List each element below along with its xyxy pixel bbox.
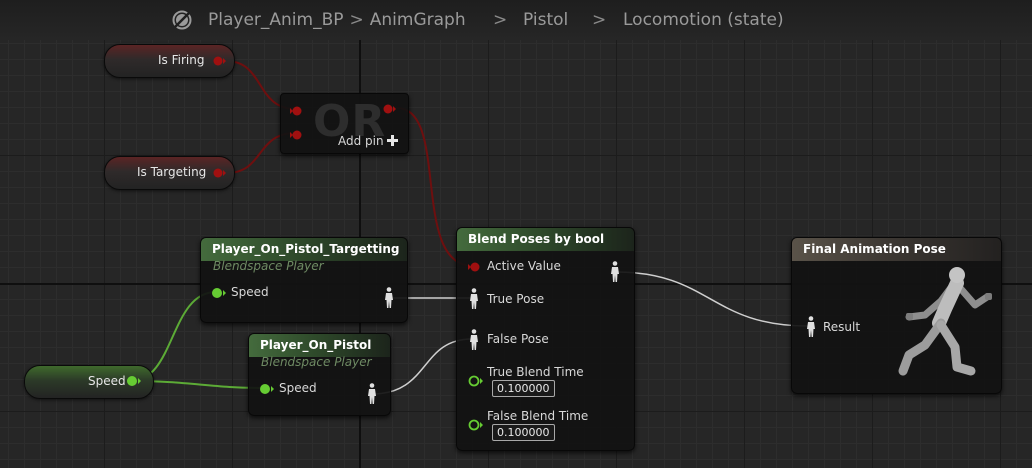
blend-poses-header: Blend Poses by bool	[457, 228, 634, 251]
plus-icon[interactable]	[387, 135, 398, 146]
blendspace-pistol-node[interactable]: Player_On_Pistol Blendspace Player Speed	[248, 333, 391, 416]
blendspace-pistol-header: Player_On_Pistol	[249, 334, 390, 357]
bool-output-pin-icon[interactable]	[213, 55, 227, 67]
float-input-pin-icon[interactable]	[259, 383, 275, 395]
bool-output-pin-icon[interactable]	[383, 103, 397, 115]
float-input-pin-icon[interactable]	[468, 419, 484, 431]
float-input-pin-icon[interactable]	[468, 375, 484, 387]
final-pose-header: Final Animation Pose	[792, 238, 1001, 261]
bool-output-pin-icon[interactable]	[213, 167, 227, 179]
is-firing-label: Is Firing	[158, 53, 205, 67]
bool-input-pin-icon[interactable]	[468, 261, 482, 273]
blend-poses-title: Blend Poses by bool	[468, 232, 605, 246]
speed-variable-node[interactable]: Speed	[24, 365, 154, 399]
float-output-pin-icon[interactable]	[126, 375, 142, 387]
add-pin-label[interactable]: Add pin	[338, 134, 384, 148]
active-value-label: Active Value	[487, 259, 561, 273]
running-mannequin-icon	[898, 267, 992, 376]
pose-output-pin-icon[interactable]	[384, 287, 394, 309]
pose-output-pin-icon[interactable]	[610, 261, 620, 283]
blendspace-targetting-subtitle: Blendspace Player	[213, 259, 324, 273]
blendspace-targetting-header: Player_On_Pistol_Targetting	[201, 238, 407, 261]
blendspace-pistol-speed-label: Speed	[279, 381, 317, 395]
pose-input-pin-icon[interactable]	[469, 329, 479, 351]
true-blend-time-input[interactable]: 0.100000	[492, 380, 555, 397]
final-pose-title: Final Animation Pose	[803, 242, 946, 256]
float-input-pin-icon[interactable]	[211, 287, 227, 299]
pose-output-pin-icon[interactable]	[367, 383, 377, 405]
blendspace-targetting-title: Player_On_Pistol_Targetting	[212, 242, 400, 256]
final-animation-pose-node[interactable]: Final Animation Pose Result	[791, 237, 1002, 394]
is-targeting-label: Is Targeting	[137, 165, 207, 179]
blendspace-targetting-node[interactable]: Player_On_Pistol_Targetting Blendspace P…	[200, 237, 408, 323]
true-pose-label: True Pose	[487, 292, 545, 306]
or-node[interactable]: OR Add pin	[280, 93, 409, 154]
bool-input-pin-icon[interactable]	[290, 129, 304, 141]
true-blend-time-label: True Blend Time	[487, 365, 584, 379]
blendspace-targetting-speed-label: Speed	[231, 285, 269, 299]
false-blend-time-label: False Blend Time	[487, 409, 589, 423]
speed-variable-label: Speed	[88, 374, 126, 388]
is-firing-variable-node[interactable]: Is Firing	[104, 44, 235, 78]
pose-input-pin-icon[interactable]	[806, 316, 816, 338]
bool-input-pin-icon[interactable]	[290, 105, 304, 117]
blendspace-pistol-title: Player_On_Pistol	[260, 338, 372, 352]
wire-blend-to-result	[615, 271, 809, 327]
pose-input-pin-icon[interactable]	[469, 288, 479, 310]
false-blend-time-input[interactable]: 0.100000	[492, 424, 555, 441]
blendspace-pistol-subtitle: Blendspace Player	[261, 355, 372, 369]
is-targeting-variable-node[interactable]: Is Targeting	[104, 156, 235, 190]
result-label: Result	[823, 320, 861, 334]
false-pose-label: False Pose	[487, 332, 549, 346]
blend-poses-by-bool-node[interactable]: Blend Poses by bool Active Value True Po…	[456, 227, 635, 451]
